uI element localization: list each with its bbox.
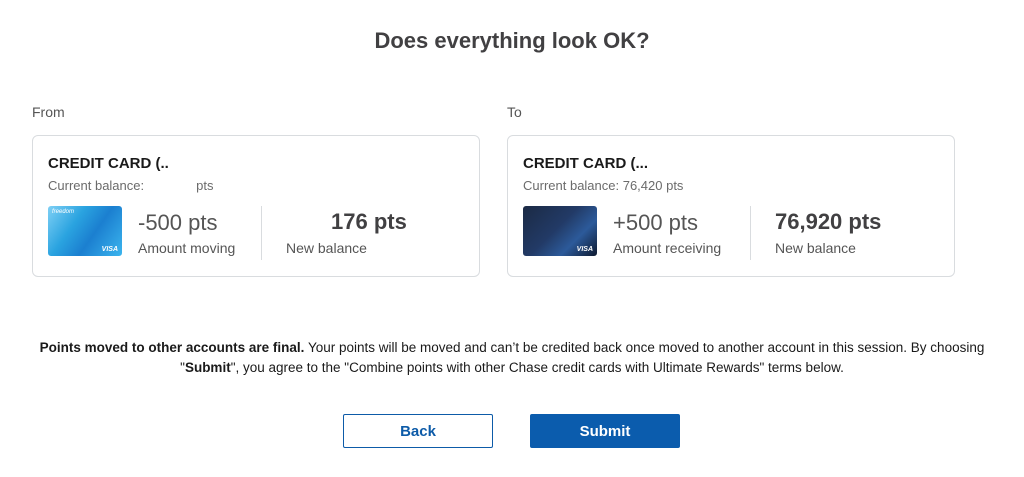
sapphire-card-image: VISA	[523, 206, 597, 256]
to-label: To	[507, 104, 522, 120]
back-button[interactable]: Back	[343, 414, 493, 448]
to-amount-label: Amount receiving	[613, 240, 722, 256]
notice-text-2: ", you agree to the "Combine points with…	[230, 360, 844, 375]
from-card-name: CREDIT CARD (..	[48, 155, 169, 172]
visa-logo: VISA	[576, 246, 593, 253]
to-card-name: CREDIT CARD (...	[523, 155, 648, 172]
from-amount-label: Amount moving	[138, 240, 236, 256]
to-current-balance: Current balance: 76,420 pts	[523, 178, 684, 193]
from-balance-suffix: pts	[196, 178, 214, 193]
from-card-panel: CREDIT CARD (.. Current balance: pts free…	[32, 135, 480, 277]
submit-button[interactable]: Submit	[530, 414, 680, 448]
from-new-balance-label: New balance	[286, 240, 367, 256]
from-current-balance: Current balance: pts	[48, 178, 213, 193]
final-notice: Points moved to other accounts are final…	[20, 338, 1004, 378]
visa-logo: VISA	[101, 246, 118, 253]
to-amount: +500 pts	[613, 210, 699, 235]
to-new-balance-label: New balance	[775, 240, 856, 256]
divider	[261, 206, 262, 260]
page-title: Does everything look OK?	[374, 28, 650, 53]
card-brand: freedom	[52, 209, 75, 215]
from-balance-label: Current balance:	[48, 178, 145, 193]
notice-lead: Points moved to other accounts are final…	[39, 340, 305, 355]
from-new-balance: 176 pts	[331, 209, 407, 234]
from-label: From	[32, 104, 65, 120]
to-new-balance: 76,920 pts	[775, 209, 882, 234]
divider	[750, 206, 751, 260]
to-card-panel: CREDIT CARD (... Current balance: 76,420…	[507, 135, 955, 277]
freedom-card-image: freedom VISA	[48, 206, 122, 256]
from-amount: -500 pts	[138, 210, 218, 235]
notice-submit-word: Submit	[184, 360, 231, 375]
